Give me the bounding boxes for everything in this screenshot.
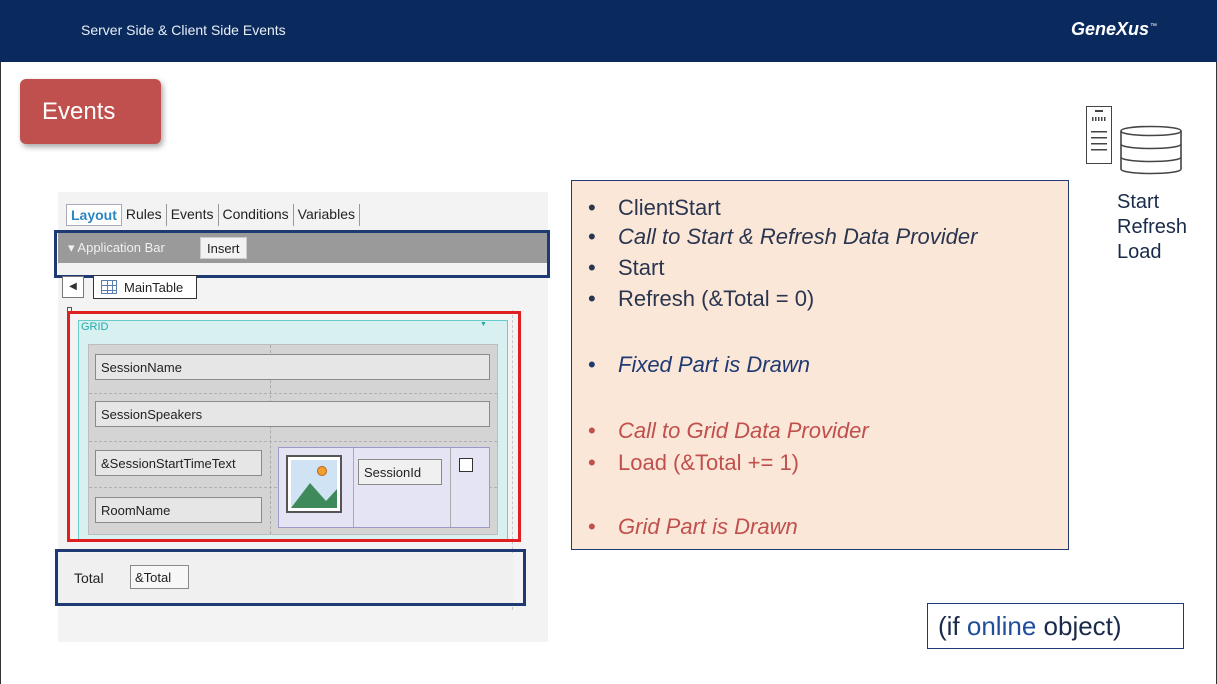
bullet-icon: • — [588, 286, 596, 311]
maintable-label: MainTable — [124, 280, 184, 295]
trademark-mark: ™ — [1150, 23, 1157, 30]
sequence-text: Call to Grid Data Provider — [618, 418, 869, 443]
database-icon — [1120, 125, 1182, 175]
online-object-note: (if online object) — [927, 603, 1184, 649]
online-note-highlight: online — [966, 611, 1037, 641]
slide-header: Server Side & Client Side Events GeneXus… — [0, 0, 1217, 62]
bullet-icon: • — [588, 418, 596, 443]
sequence-item: • Load (&Total += 1) — [588, 450, 799, 476]
brand-text: GeneXus — [1070, 19, 1149, 39]
maintable-control[interactable]: MainTable — [93, 275, 197, 299]
side-label-refresh: Refresh — [1117, 216, 1188, 238]
bullet-icon: • — [588, 224, 596, 249]
server-icon — [1086, 106, 1112, 164]
total-label: Total — [74, 570, 104, 586]
total-variable-field[interactable]: &Total — [130, 565, 189, 589]
tab-variables[interactable]: Variables — [294, 204, 360, 226]
side-label-load: Load — [1117, 241, 1162, 263]
sequence-text: Start — [618, 255, 665, 280]
sequence-text: Call to Start & Refresh Data Provider — [618, 224, 978, 249]
sequence-text: Refresh (&Total = 0) — [618, 286, 815, 311]
online-note-suffix: object) — [1036, 611, 1122, 641]
bullet-icon: • — [588, 255, 596, 280]
slide-title: Server Side & Client Side Events — [81, 22, 286, 38]
sequence-item: • Fixed Part is Drawn — [588, 352, 810, 378]
event-sequence-list: • ClientStart • Call to Start & Refresh Da… — [571, 180, 1069, 550]
sequence-item: • ClientStart — [588, 195, 721, 221]
sequence-item: • Grid Part is Drawn — [588, 514, 798, 540]
sequence-item: • Call to Grid Data Provider — [588, 418, 869, 444]
application-bar-highlight — [54, 230, 550, 278]
editor-tabs: Layout Rules Events Conditions Variables — [66, 204, 360, 226]
online-note-text: (if online object) — [938, 611, 1122, 642]
bullet-icon: • — [588, 450, 596, 475]
bullet-icon: • — [588, 195, 596, 220]
events-tag-label: Events — [42, 98, 116, 125]
server-event-labels: Start Refresh Load — [1117, 190, 1187, 265]
collapse-arrow-icon[interactable]: ◀ — [62, 276, 84, 298]
tab-events[interactable]: Events — [167, 204, 219, 226]
sequence-text: Grid Part is Drawn — [618, 514, 798, 539]
bullet-icon: • — [588, 352, 596, 377]
sequence-text: ClientStart — [618, 195, 721, 220]
sequence-text: Load (&Total += 1) — [618, 450, 800, 475]
sequence-item: • Start — [588, 255, 664, 281]
sequence-item: • Call to Start & Refresh Data Provider — [588, 224, 977, 250]
sequence-item: • Refresh (&Total = 0) — [588, 286, 814, 312]
online-note-prefix: (if — [938, 611, 967, 641]
grid-highlight — [67, 311, 521, 542]
side-label-start: Start — [1117, 191, 1160, 213]
events-section-tag: Events — [20, 79, 161, 144]
sequence-text: Fixed Part is Drawn — [618, 352, 810, 377]
genexus-logo: GeneXus™ — [1071, 19, 1157, 40]
total-highlight — [55, 549, 526, 606]
tab-rules[interactable]: Rules — [122, 204, 167, 226]
tab-conditions[interactable]: Conditions — [219, 204, 294, 226]
tab-layout[interactable]: Layout — [66, 204, 122, 226]
table-icon — [101, 280, 117, 294]
bullet-icon: • — [588, 514, 596, 539]
